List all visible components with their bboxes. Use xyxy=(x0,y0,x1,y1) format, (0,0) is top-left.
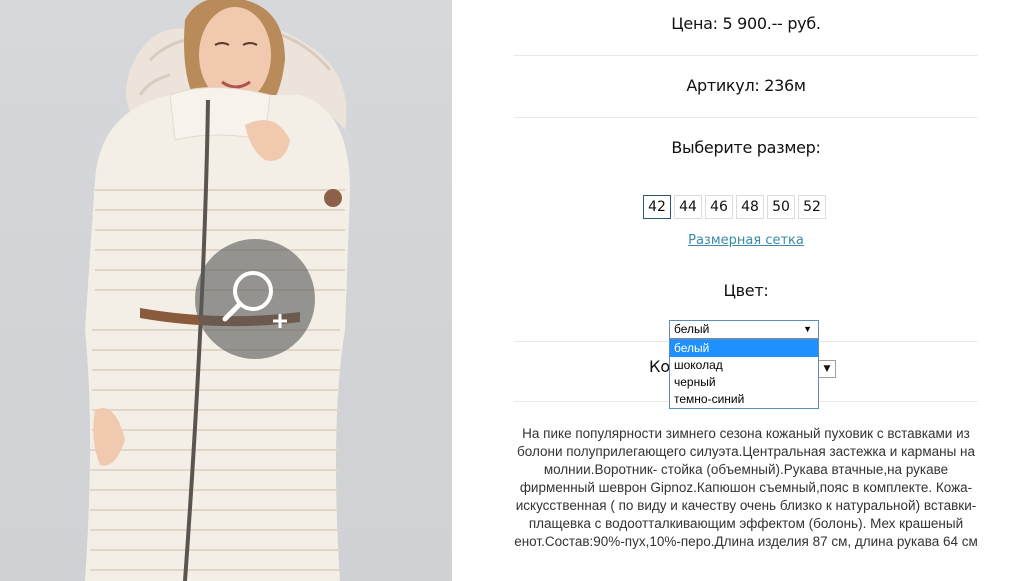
quantity-select[interactable]: ▼ xyxy=(818,360,836,378)
product-info: Цена: 5 900.-- руб. Артикул: 236м Выбери… xyxy=(452,0,1035,581)
price: Цена: 5 900.-- руб. xyxy=(671,14,821,33)
size-option-52[interactable]: 52 xyxy=(798,195,826,219)
size-heading: Выберите размер: xyxy=(671,138,821,157)
quantity-label: Ко xyxy=(649,357,671,376)
size-option-48[interactable]: 48 xyxy=(736,195,764,219)
color-option-navy[interactable]: темно-синий xyxy=(670,391,818,408)
color-option-black[interactable]: черный xyxy=(670,374,818,391)
size-option-46[interactable]: 46 xyxy=(705,195,733,219)
size-option-42[interactable]: 42 xyxy=(643,195,671,219)
zoom-button[interactable] xyxy=(195,239,315,359)
color-heading: Цвет: xyxy=(723,281,769,300)
chevron-down-icon: ▼ xyxy=(803,324,812,334)
size-chart-link[interactable]: Размерная сетка xyxy=(514,233,978,248)
product-photo[interactable] xyxy=(0,0,452,581)
size-picker: 42 44 46 48 50 52 xyxy=(643,195,826,219)
color-select-value: белый xyxy=(674,322,710,336)
color-select[interactable]: белый ▼ xyxy=(669,320,819,339)
divider xyxy=(514,55,978,56)
size-option-50[interactable]: 50 xyxy=(767,195,795,219)
product-description: На пике популярности зимнего сезона кожа… xyxy=(514,426,978,549)
divider xyxy=(514,117,978,118)
chevron-down-icon: ▼ xyxy=(823,364,831,374)
color-option-chocolate[interactable]: шоколад xyxy=(670,357,818,374)
color-dropdown[interactable]: белый шоколад черный темно-синий xyxy=(669,339,819,409)
zoom-in-magnifier-icon xyxy=(222,271,287,328)
size-option-44[interactable]: 44 xyxy=(674,195,702,219)
color-option-white[interactable]: белый xyxy=(670,340,818,357)
article-number: Артикул: 236м xyxy=(686,76,806,95)
